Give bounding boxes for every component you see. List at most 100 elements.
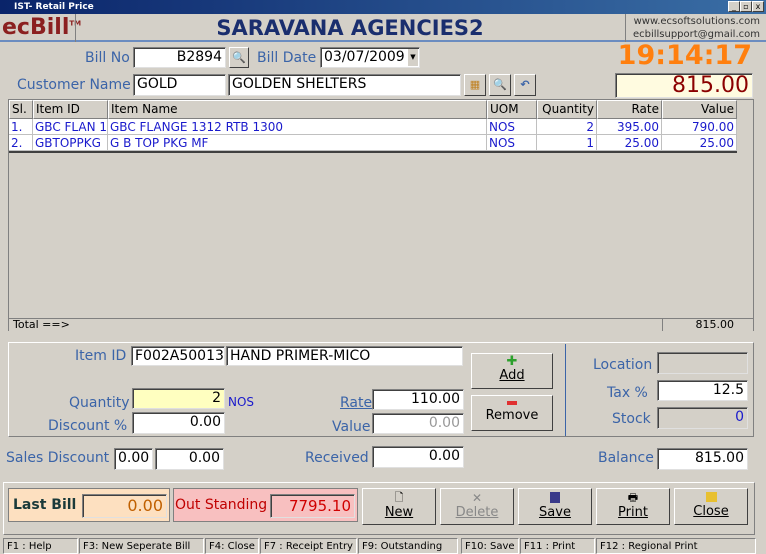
quantity-label: Quantity — [69, 395, 130, 411]
bill-total-display: 815.00 — [615, 73, 753, 98]
column-header[interactable]: Quantity — [537, 100, 597, 119]
sales-discount-label: Sales Discount — [6, 450, 110, 466]
table-cell: 790.00 — [662, 119, 737, 134]
grid-total-row: Total ==> 815.00 — [9, 318, 753, 331]
table-cell: 395.00 — [597, 119, 662, 134]
title-bar: IST- Retail Price — [0, 0, 766, 14]
bill-search-button[interactable]: 🔍 — [229, 47, 249, 68]
bill-date-picker[interactable]: 03/07/2009 — [320, 47, 420, 68]
total-value: 815.00 — [662, 319, 737, 331]
stock-input: 0 — [657, 407, 748, 429]
received-input[interactable]: 0.00 — [372, 446, 464, 468]
table-cell: NOS — [487, 135, 537, 150]
bill-no-label: Bill No — [85, 50, 130, 66]
customer-search-button[interactable]: 🔍 — [489, 74, 511, 96]
plus-icon: ✚ — [506, 354, 518, 369]
table-cell: 1 — [537, 135, 597, 150]
received-label: Received — [305, 450, 369, 466]
status-item: F9: Outstanding — [358, 538, 458, 554]
column-header[interactable]: Item ID — [33, 100, 108, 119]
minus-icon — [507, 401, 517, 405]
printer-icon: 🖶 — [627, 491, 639, 504]
status-item: F7 : Receipt Entry — [260, 538, 357, 554]
table-cell: 2. — [9, 135, 33, 150]
status-item: F4: Close — [205, 538, 259, 554]
stock-label: Stock — [612, 411, 651, 427]
table-cell: 2 — [537, 119, 597, 134]
table-cell: NOS — [487, 119, 537, 134]
last-bill-box: Last Bill 0.00 — [8, 488, 170, 522]
contact-info: www.ecsoftsolutions.com ecbillsupport@gma… — [630, 15, 760, 41]
item-id-label: Item ID — [75, 348, 127, 364]
divider — [9, 151, 737, 153]
new-button[interactable]: 🗋 New — [362, 488, 436, 525]
status-item: F3: New Seperate Bill — [79, 538, 204, 554]
window-title: IST- Retail Price — [14, 2, 94, 12]
save-button[interactable]: Save — [518, 488, 592, 525]
value-label: Value — [332, 419, 371, 435]
website-link[interactable]: www.ecsoftsolutions.com — [630, 15, 760, 28]
table-cell: 25.00 — [662, 135, 737, 150]
location-label: Location — [593, 357, 653, 373]
column-header[interactable]: Sl. — [9, 100, 33, 119]
rate-label: Rate — [340, 395, 373, 411]
tax-label: Tax % — [607, 385, 648, 401]
discount-input[interactable]: 0.00 — [132, 412, 225, 434]
minimize-button[interactable]: _ — [728, 1, 740, 12]
outstanding-label: Out Standing — [175, 497, 268, 513]
table-cell: 1. — [9, 119, 33, 134]
last-bill-label: Last Bill — [13, 497, 77, 513]
search-icon: 🔍 — [493, 78, 507, 91]
customer-undo-button[interactable]: ↶ — [514, 74, 536, 96]
column-header[interactable]: Item Name — [108, 100, 487, 119]
column-header[interactable]: Value — [662, 100, 737, 119]
close-window-button[interactable]: x — [752, 1, 764, 12]
item-id-input[interactable]: F002A50013 — [131, 346, 225, 366]
table-cell: 25.00 — [597, 135, 662, 150]
folder-close-icon — [705, 492, 717, 502]
item-name-input[interactable]: HAND PRIMER-MICO — [226, 346, 463, 366]
discount-label: Discount % — [48, 418, 128, 434]
close-button[interactable]: Close — [674, 488, 748, 525]
sales-discount-amount-input[interactable]: 0.00 — [155, 448, 224, 470]
bill-no-input[interactable]: B2894 — [133, 47, 226, 68]
status-item: F10: Save — [461, 538, 519, 554]
last-bill-value: 0.00 — [82, 494, 167, 518]
print-button[interactable]: 🖶 Print — [596, 488, 670, 525]
outstanding-value: 7795.10 — [270, 494, 355, 518]
outstanding-box: Out Standing 7795.10 — [173, 488, 358, 522]
sales-discount-pct-input[interactable]: 0.00 — [114, 448, 153, 470]
logo: ecBillTM — [2, 15, 81, 40]
divider — [565, 344, 566, 436]
add-button[interactable]: ✚ Add — [471, 353, 553, 389]
customer-list-button[interactable]: ▦ — [464, 74, 486, 96]
balance-label: Balance — [598, 450, 654, 466]
location-input — [657, 352, 748, 374]
tax-input[interactable]: 12.5 — [657, 380, 748, 401]
customer-name-label: Customer Name — [17, 77, 131, 93]
chevron-down-icon[interactable]: ▼ — [408, 49, 418, 66]
value-input: 0.00 — [372, 413, 464, 434]
remove-button[interactable]: Remove — [471, 395, 553, 431]
list-icon: ▦ — [469, 78, 481, 91]
delete-x-icon: ✕ — [471, 491, 483, 505]
rate-input[interactable]: 110.00 — [372, 389, 464, 410]
divider — [625, 14, 626, 42]
customer-name-input[interactable]: GOLDEN SHELTERS — [228, 74, 461, 96]
quantity-input[interactable]: 2 — [132, 388, 225, 409]
status-item: F1 : Help — [3, 538, 78, 554]
items-grid[interactable]: Sl. Item ID Item Name UOM Quantity Rate Value 1… — [8, 99, 754, 331]
table-cell: GBC FLAN 1 — [33, 119, 108, 134]
customer-code-input[interactable]: GOLD — [133, 74, 226, 96]
table-cell: GBTOPPKG — [33, 135, 108, 150]
status-item: F12 : Regional Print — [596, 538, 756, 554]
table-cell: GBC FLANGE 1312 RTB 1300 — [108, 119, 487, 134]
column-header[interactable]: UOM — [487, 100, 537, 119]
floppy-disk-icon — [550, 492, 560, 503]
column-header[interactable]: Rate — [597, 100, 662, 119]
new-document-icon: 🗋 — [394, 491, 404, 504]
restore-button[interactable]: ▫ — [740, 1, 752, 12]
delete-button[interactable]: ✕ Delete — [440, 488, 514, 525]
clock: 19:14:17 — [617, 40, 752, 71]
search-icon: 🔍 — [232, 51, 246, 64]
